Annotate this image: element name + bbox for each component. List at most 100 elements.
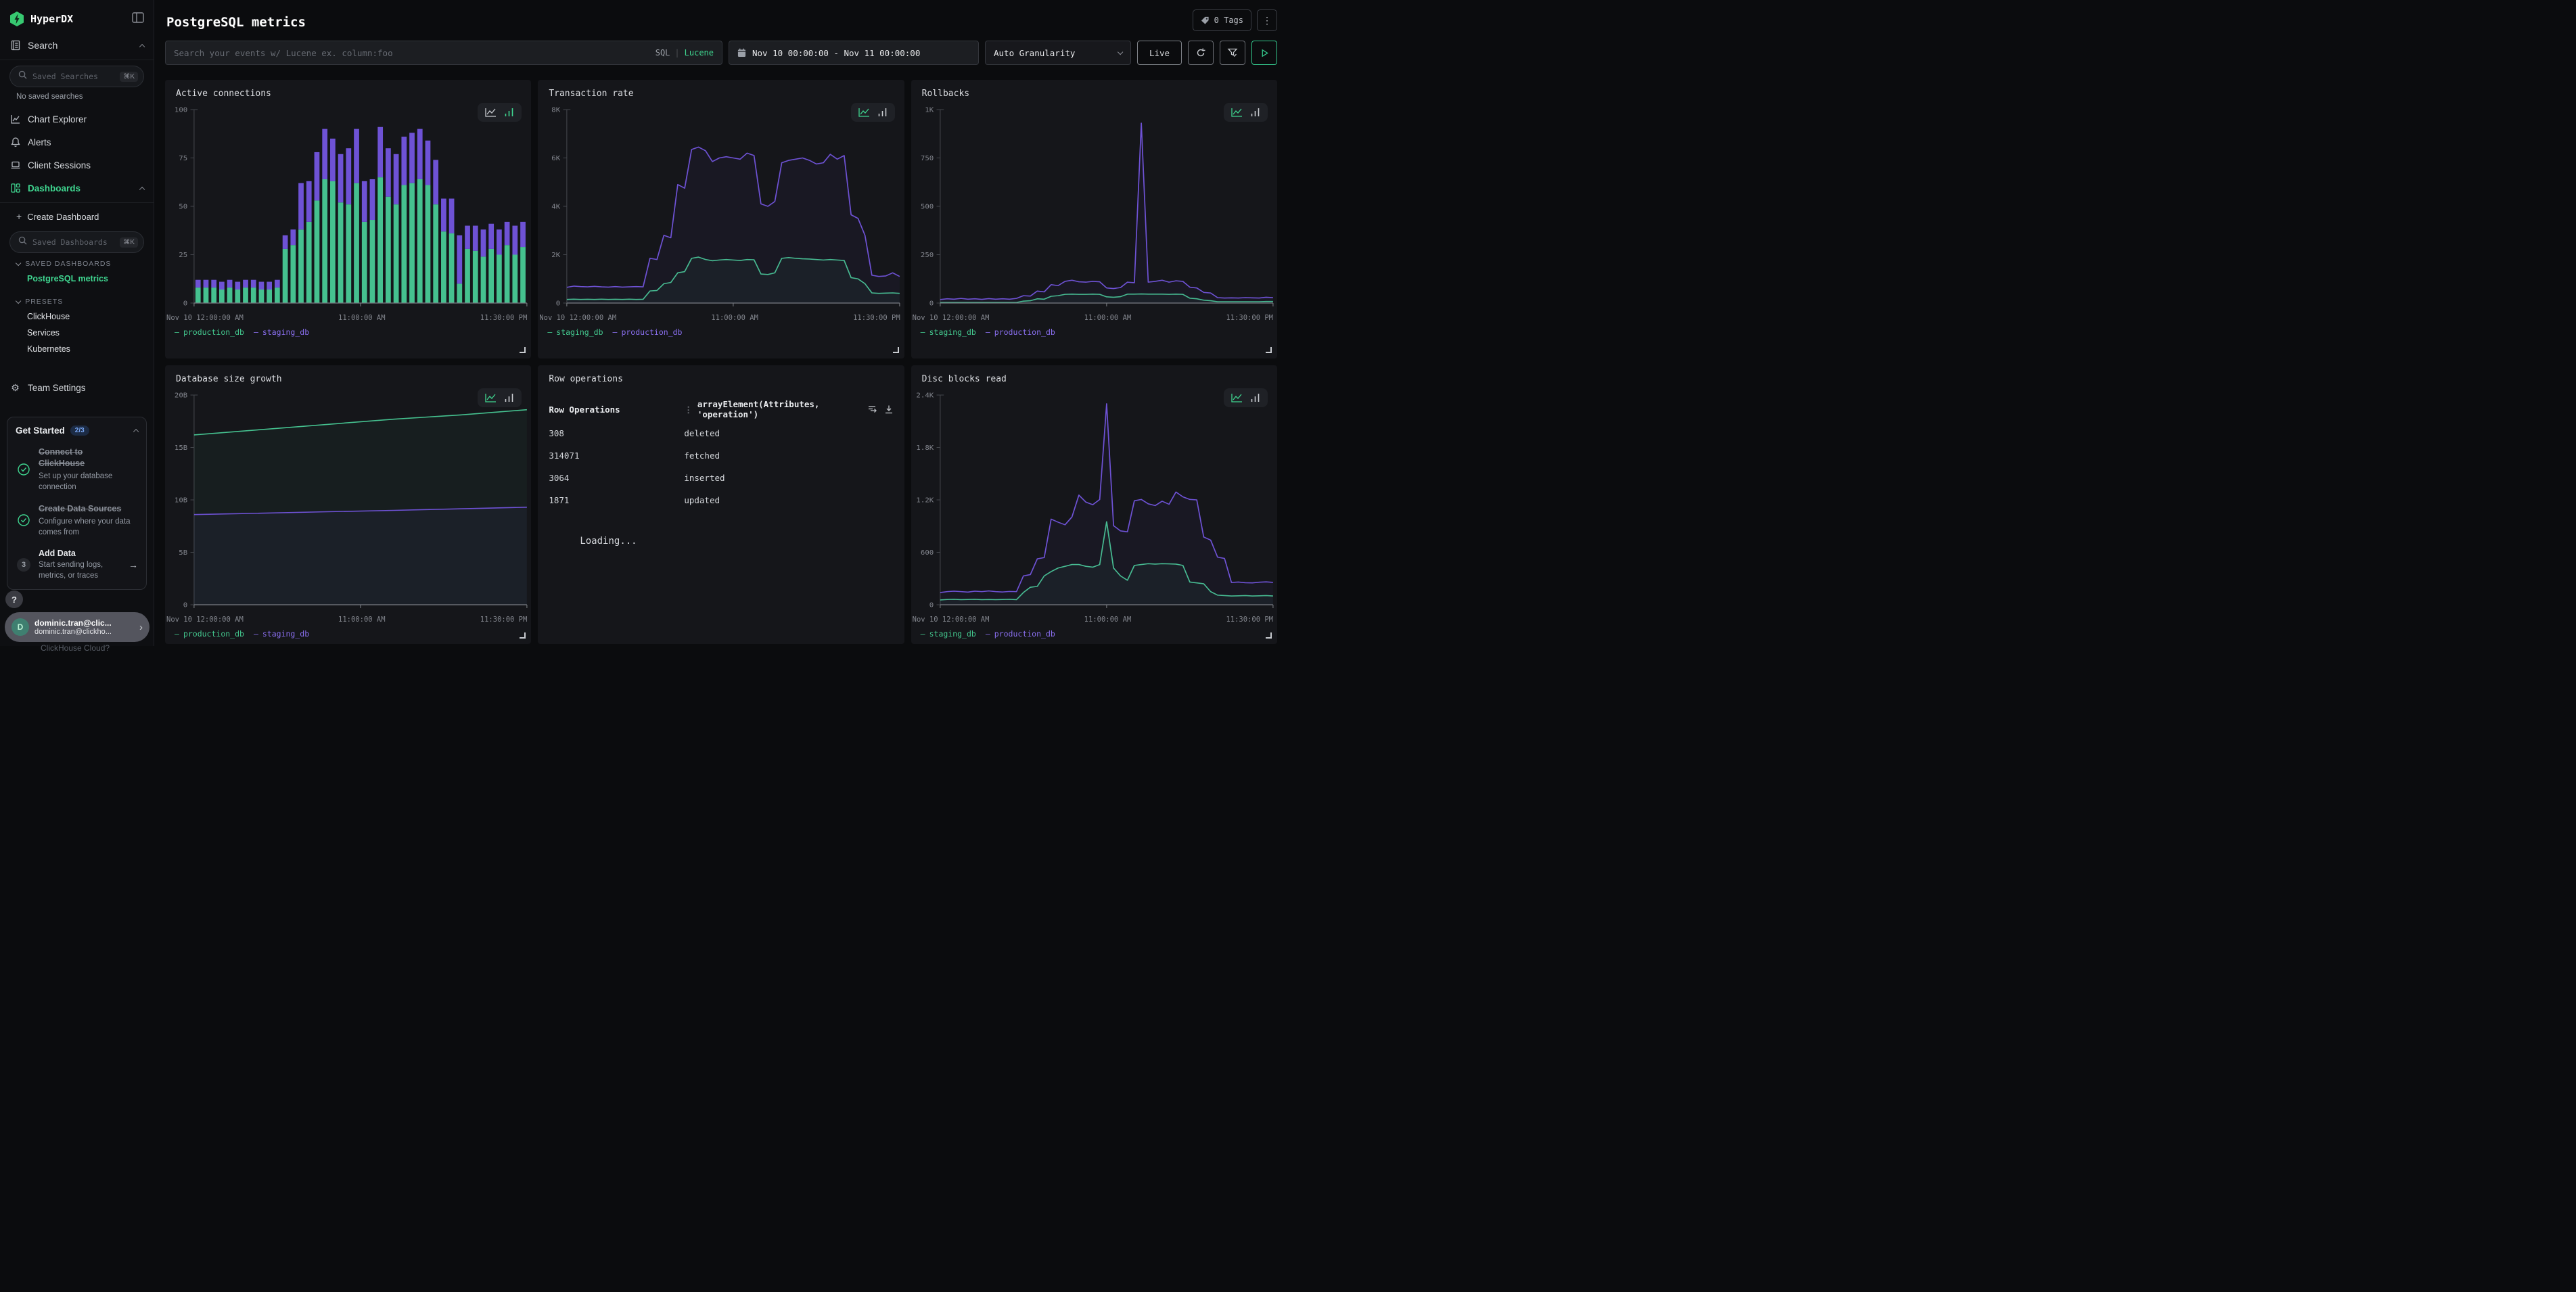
run-query-button[interactable]	[1251, 41, 1277, 65]
line-chart-icon[interactable]	[485, 108, 497, 117]
bar-chart-icon[interactable]	[877, 108, 888, 117]
step-title: Add Data	[39, 549, 122, 558]
bar-chart-icon[interactable]	[504, 108, 514, 117]
sidebar-item-team-settings[interactable]: ⚙ Team Settings	[0, 376, 154, 399]
live-button[interactable]: Live	[1137, 41, 1182, 65]
chart-type-toggle	[851, 103, 895, 122]
create-dashboard-button[interactable]: + Create Dashboard	[0, 206, 154, 226]
user-menu[interactable]: D dominic.tran@clic... dominic.tran@clic…	[5, 612, 150, 642]
row-operations-table: Row Operations ⋮ arrayElement(Attributes…	[549, 399, 893, 511]
saved-dashboards-section[interactable]: SAVED DASHBOARDS	[16, 260, 154, 268]
sidebar-item-kubernetes[interactable]: Kubernetes	[0, 341, 154, 357]
line-chart-icon[interactable]	[1231, 393, 1243, 402]
chart-plot[interactable]: 05B10B15B20B	[165, 388, 531, 616]
chart-plot[interactable]: 02505007501K	[911, 103, 1277, 314]
expand-rows-icon[interactable]	[867, 405, 877, 414]
sidebar-item-chart-explorer[interactable]: Chart Explorer	[0, 108, 154, 131]
svg-text:2.4K: 2.4K	[916, 392, 934, 400]
chart-plot[interactable]: 0255075100	[165, 103, 531, 314]
sidebar-item-alerts[interactable]: Alerts	[0, 131, 154, 154]
panel-transaction-rate: Transaction rate 02K4K6K8K Nov 10 12:00:…	[538, 80, 904, 359]
sql-mode-toggle[interactable]: SQL	[656, 48, 670, 57]
column-header[interactable]: arrayElement(Attributes, 'operation')	[697, 399, 862, 419]
chevron-up-icon[interactable]	[133, 429, 139, 435]
chart-plot[interactable]: 02K4K6K8K	[538, 103, 904, 314]
step-subtitle: Start sending logs, metrics, or traces	[39, 559, 122, 581]
sidebar-item-postgresql-metrics[interactable]: PostgreSQL metrics	[0, 271, 154, 287]
svg-text:0: 0	[183, 601, 187, 609]
sidebar-item-client-sessions[interactable]: Client Sessions	[0, 154, 154, 177]
mode-separator: |	[674, 48, 679, 57]
column-header[interactable]: Row Operations	[549, 405, 684, 415]
chart-legend: —staging_db —production_db	[547, 327, 904, 337]
search-icon	[18, 236, 27, 248]
svg-text:100: 100	[175, 106, 187, 114]
no-saved-searches-text: No saved searches	[16, 93, 154, 101]
sidebar-item-clickhouse[interactable]: ClickHouse	[0, 308, 154, 325]
panel-resize-handle[interactable]	[520, 347, 526, 353]
table-row[interactable]: 1871updated	[549, 489, 893, 511]
bar-chart-icon[interactable]	[1250, 108, 1260, 117]
table-row[interactable]: 3064inserted	[549, 467, 893, 489]
panel-resize-handle[interactable]	[893, 347, 899, 353]
get-started-progress-badge: 2/3	[70, 425, 89, 436]
panel-database-size-growth: Database size growth 05B10B15B20B Nov 10…	[165, 365, 531, 644]
date-range-picker[interactable]: Nov 10 00:00:00 - Nov 11 00:00:00	[729, 41, 979, 65]
panel-menu-button[interactable]: ⋮	[1257, 9, 1277, 31]
svg-text:500: 500	[921, 203, 934, 211]
download-icon[interactable]	[884, 405, 894, 414]
chevron-down-icon	[16, 260, 22, 267]
get-started-step-connect[interactable]: Connect to ClickHouse Set up your databa…	[16, 446, 138, 492]
panel-title: Database size growth	[165, 365, 531, 384]
line-chart-icon[interactable]	[858, 108, 870, 117]
line-chart-icon[interactable]	[485, 393, 497, 402]
presets-section[interactable]: PRESETS	[16, 298, 154, 306]
dashboards-icon	[9, 183, 21, 194]
sidebar-item-label: Search	[28, 40, 140, 51]
get-started-step-add-data[interactable]: 3 Add Data Start sending logs, metrics, …	[16, 549, 138, 581]
svg-text:75: 75	[179, 154, 187, 162]
filter-button[interactable]	[1220, 41, 1245, 65]
tag-icon	[1201, 16, 1210, 25]
svg-text:50: 50	[179, 203, 187, 211]
svg-text:250: 250	[921, 251, 934, 259]
bar-chart-icon[interactable]	[504, 393, 514, 402]
panel-title: Disc blocks read	[911, 365, 1277, 384]
refresh-button[interactable]	[1188, 41, 1214, 65]
refresh-icon	[1195, 47, 1206, 58]
svg-text:750: 750	[921, 154, 934, 162]
sidebar-item-search[interactable]: Search	[0, 34, 154, 57]
lucene-mode-toggle[interactable]: Lucene	[685, 48, 714, 57]
table-row[interactable]: 308deleted	[549, 422, 893, 444]
panel-resize-handle[interactable]	[1266, 632, 1272, 639]
sidebar-item-services[interactable]: Services	[0, 325, 154, 341]
sidebar-collapse-icon[interactable]	[132, 12, 144, 26]
chevron-up-icon	[139, 187, 145, 193]
svg-text:1.2K: 1.2K	[916, 497, 934, 505]
svg-text:4K: 4K	[552, 203, 561, 211]
line-chart-icon[interactable]	[1231, 108, 1243, 117]
panel-active-connections: Active connections 0255075100 Nov 10 12:…	[165, 80, 531, 359]
loading-text: Loading...	[580, 536, 904, 547]
get-started-step-sources[interactable]: Create Data Sources Configure where your…	[16, 503, 138, 538]
chart-plot[interactable]: 06001.2K1.8K2.4K	[911, 388, 1277, 616]
chevron-up-icon	[139, 44, 145, 50]
granularity-select[interactable]: Auto Granularity	[985, 41, 1131, 65]
event-search-input[interactable]: Search your events w/ Lucene ex. column:…	[165, 41, 722, 65]
chart-legend: —production_db —staging_db	[175, 327, 531, 337]
table-body: 308deleted314071fetched3064inserted1871u…	[549, 422, 893, 511]
table-row[interactable]: 314071fetched	[549, 444, 893, 467]
chart-legend: —staging_db —production_db	[921, 327, 1277, 337]
chevron-down-icon	[1118, 49, 1124, 55]
column-drag-handle[interactable]: ⋮	[684, 405, 692, 415]
sidebar-item-dashboards[interactable]: Dashboards	[0, 177, 154, 200]
tags-button[interactable]: 0 Tags	[1193, 9, 1251, 31]
saved-searches-input[interactable]: Saved Searches ⌘K	[9, 66, 144, 87]
panel-resize-handle[interactable]	[1266, 347, 1272, 353]
panel-title: Transaction rate	[538, 80, 904, 99]
panel-resize-handle[interactable]	[520, 632, 526, 639]
bar-chart-icon[interactable]	[1250, 393, 1260, 402]
help-button[interactable]: ?	[5, 591, 23, 608]
bell-icon	[9, 137, 21, 148]
saved-dashboards-input[interactable]: Saved Dashboards ⌘K	[9, 231, 144, 253]
